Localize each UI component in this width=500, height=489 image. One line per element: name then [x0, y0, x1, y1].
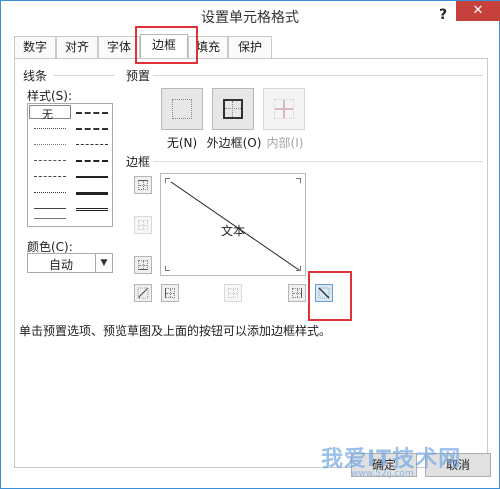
line-group-divider	[53, 75, 115, 76]
preset-outline-button[interactable]	[212, 88, 254, 130]
line-style-option[interactable]	[30, 212, 70, 224]
preview-corner-mark	[165, 178, 170, 183]
diagonal-up-icon	[137, 287, 149, 299]
border-inside-horizontal-button[interactable]	[134, 216, 152, 234]
close-button[interactable]: ✕	[456, 1, 500, 21]
diagonal-highlight-annotation	[308, 271, 352, 321]
chevron-down-icon[interactable]: ▼	[95, 254, 112, 272]
border-right-button[interactable]	[288, 284, 306, 302]
preview-text: 文本	[221, 224, 246, 238]
preset-inside-icon	[274, 99, 294, 119]
line-style-option[interactable]	[72, 202, 112, 214]
line-style-option[interactable]	[30, 122, 70, 134]
preset-none-button[interactable]	[161, 88, 203, 130]
line-style-list[interactable]: 无	[27, 103, 113, 227]
border-inside-vertical-button[interactable]	[224, 284, 242, 302]
preset-inside-button[interactable]	[263, 88, 305, 130]
tab-protection[interactable]: 保护	[228, 36, 272, 58]
line-style-none[interactable]: 无	[29, 105, 71, 121]
preview-corner-mark	[165, 266, 170, 271]
line-style-option[interactable]	[72, 186, 112, 198]
preset-outline-label: 外边框(O)	[206, 136, 262, 150]
tab-highlight-annotation	[135, 26, 198, 64]
hint-text: 单击预置选项、预览草图及上面的按钮可以添加边框样式。	[19, 324, 332, 338]
border-top-button[interactable]	[134, 176, 152, 194]
style-label: 样式(S):	[27, 89, 73, 103]
border-group-label: 边框	[126, 155, 151, 169]
preview-corner-mark	[296, 266, 301, 271]
line-style-option[interactable]	[30, 138, 70, 150]
watermark-url: www.52ij.com	[351, 469, 414, 479]
preset-outline-icon	[223, 99, 243, 119]
presets-group-divider	[153, 75, 483, 76]
border-left-button[interactable]	[161, 284, 179, 302]
line-style-option[interactable]	[30, 154, 70, 166]
border-bottom-button[interactable]	[134, 256, 152, 274]
title-bar: 设置单元格格式 ? ✕	[1, 1, 500, 31]
line-style-option[interactable]	[72, 170, 112, 182]
line-style-option[interactable]	[30, 170, 70, 182]
tab-font[interactable]: 字体	[98, 36, 140, 58]
tab-alignment[interactable]: 对齐	[56, 36, 98, 58]
line-style-option[interactable]	[72, 122, 112, 134]
border-group-divider	[153, 161, 483, 162]
line-style-none-label: 无	[42, 108, 53, 121]
preview-corner-mark	[296, 178, 301, 183]
preset-inside-label: 内部(I)	[266, 136, 304, 150]
preset-none-icon	[172, 99, 192, 119]
border-preview[interactable]: 文本	[160, 173, 306, 276]
color-select-value: 自动	[48, 258, 73, 272]
format-cells-dialog: 设置单元格格式 ? ✕ 数字 对齐 字体 边框 填充 保护 线条 样式(S): …	[0, 0, 500, 489]
color-select[interactable]: 自动 ▼	[27, 253, 113, 273]
border-diagonal-up-button[interactable]	[134, 284, 152, 302]
line-style-option[interactable]	[30, 186, 70, 198]
dialog-title: 设置单元格格式	[201, 10, 299, 26]
preset-none-label: 无(N)	[166, 136, 198, 150]
line-style-option[interactable]	[72, 106, 112, 118]
line-group-label: 线条	[23, 69, 48, 83]
help-button[interactable]: ?	[433, 5, 453, 25]
line-style-option[interactable]	[72, 154, 112, 166]
tab-number[interactable]: 数字	[14, 36, 56, 58]
presets-group-label: 预置	[126, 69, 151, 83]
line-style-option[interactable]	[72, 138, 112, 150]
